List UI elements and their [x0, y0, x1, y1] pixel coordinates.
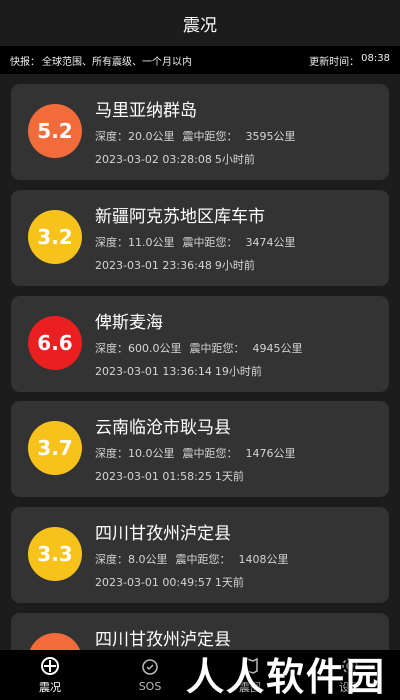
quake-datetime: 2023-03-02 03:28:08: [95, 153, 212, 166]
filter-value: 全球范围、所有震级、一个月以内: [42, 56, 192, 68]
quake-card[interactable]: 四川甘孜州泸定县: [11, 613, 389, 650]
tab-label: SOS: [138, 680, 162, 693]
quake-location: 新疆阿克苏地区库车市: [95, 207, 265, 227]
depth-value: 10.0公里: [128, 447, 175, 460]
magnitude-badge: 5.2: [28, 104, 82, 158]
distance-value: 3474公里: [245, 236, 296, 249]
quake-location: 云南临沧市耿马县: [95, 418, 231, 438]
distance-value: 3595公里: [245, 130, 296, 143]
quake-detail: 深度：20.0公里 震中距您： 3595公里: [95, 128, 296, 144]
quake-ago: 5小时前: [214, 153, 255, 166]
update-label: 更新时间：: [309, 56, 360, 68]
depth-label: 深度：: [95, 130, 128, 143]
distance-label: 震中距您：: [175, 553, 231, 566]
depth-label: 深度：: [95, 553, 128, 566]
depth-value: 8.0公里: [128, 553, 168, 566]
quake-card[interactable]: 5.2 马里亚纳群岛 深度：20.0公里 震中距您： 3595公里 2023-03-…: [11, 84, 389, 180]
quake-location: 马里亚纳群岛: [95, 101, 197, 121]
distance-label: 震中距您：: [182, 447, 238, 460]
distance-value: 1408公里: [238, 553, 289, 566]
quake-detail: 深度：600.0公里 震中距您： 4945公里: [95, 340, 303, 356]
quake-time: 2023-03-01 01:58:25 1天前: [95, 468, 244, 484]
quake-ago: 1天前: [214, 470, 244, 483]
filter-summary[interactable]: 快报： 全球范围、所有震级、一个月以内: [10, 53, 192, 68]
distance-value: 4945公里: [252, 342, 303, 355]
quake-time: 2023-03-01 23:36:48 9小时前: [95, 257, 255, 273]
page-title: 震况: [183, 15, 217, 36]
quake-time: 2023-03-02 03:28:08 5小时前: [95, 151, 255, 167]
quake-datetime: 2023-03-01 13:36:14: [95, 365, 212, 378]
depth-value: 20.0公里: [128, 130, 175, 143]
quake-datetime: 2023-03-01 00:49:57: [95, 576, 212, 589]
tab-quake[interactable]: 震况: [0, 650, 100, 700]
magnitude-badge: [28, 633, 82, 650]
tab-label: 震况: [39, 680, 61, 694]
update-time: 08:38: [361, 52, 390, 64]
quake-time: 2023-03-01 00:49:57 1天前: [95, 574, 244, 590]
quake-datetime: 2023-03-01 23:36:48: [95, 259, 212, 272]
distance-label: 震中距您：: [189, 342, 245, 355]
watermark: 人人软件园: [185, 655, 386, 699]
quake-location: 俾斯麦海: [95, 313, 163, 333]
depth-label: 深度：: [95, 447, 128, 460]
quake-detail: 深度：8.0公里 震中距您： 1408公里: [95, 551, 289, 567]
magnitude-badge: 3.2: [28, 210, 82, 264]
quake-location: 四川甘孜州泸定县: [95, 524, 231, 544]
depth-label: 深度：: [95, 236, 128, 249]
top-bar: 震况: [0, 0, 400, 46]
depth-label: 深度：: [95, 342, 128, 355]
quake-ago: 9小时前: [214, 259, 255, 272]
quake-icon: [41, 656, 59, 675]
quake-time: 2023-03-01 13:36:14 19小时前: [95, 363, 262, 379]
quake-detail: 深度：11.0公里 震中距您： 3474公里: [95, 234, 296, 250]
quake-card[interactable]: 3.7 云南临沧市耿马县 深度：10.0公里 震中距您： 1476公里 2023-0…: [11, 401, 389, 497]
magnitude-badge: 3.7: [28, 421, 82, 475]
update-info: 更新时间： 08:38: [309, 53, 390, 68]
magnitude-badge: 6.6: [28, 316, 82, 370]
sos-icon: [142, 659, 158, 675]
distance-label: 震中距您：: [182, 236, 238, 249]
quake-card[interactable]: 3.3 四川甘孜州泸定县 深度：8.0公里 震中距您： 1408公里 2023-03…: [11, 507, 389, 603]
filter-bar[interactable]: 快报： 全球范围、所有震级、一个月以内 更新时间： 08:38: [0, 46, 400, 74]
depth-value: 11.0公里: [128, 236, 175, 249]
quake-ago: 19小时前: [214, 365, 262, 378]
quake-list[interactable]: 5.2 马里亚纳群岛 深度：20.0公里 震中距您： 3595公里 2023-03-…: [0, 74, 400, 650]
quake-datetime: 2023-03-01 01:58:25: [95, 470, 212, 483]
distance-value: 1476公里: [245, 447, 296, 460]
quake-ago: 1天前: [214, 576, 244, 589]
distance-label: 震中距您：: [182, 130, 238, 143]
filter-label: 快报：: [10, 56, 40, 68]
magnitude-badge: 3.3: [28, 527, 82, 581]
depth-value: 600.0公里: [128, 342, 182, 355]
quake-card[interactable]: 3.2 新疆阿克苏地区库车市 深度：11.0公里 震中距您： 3474公里 2023…: [11, 190, 389, 286]
quake-card[interactable]: 6.6 俾斯麦海 深度：600.0公里 震中距您： 4945公里 2023-03-0…: [11, 296, 389, 392]
quake-detail: 深度：10.0公里 震中距您： 1476公里: [95, 445, 296, 461]
